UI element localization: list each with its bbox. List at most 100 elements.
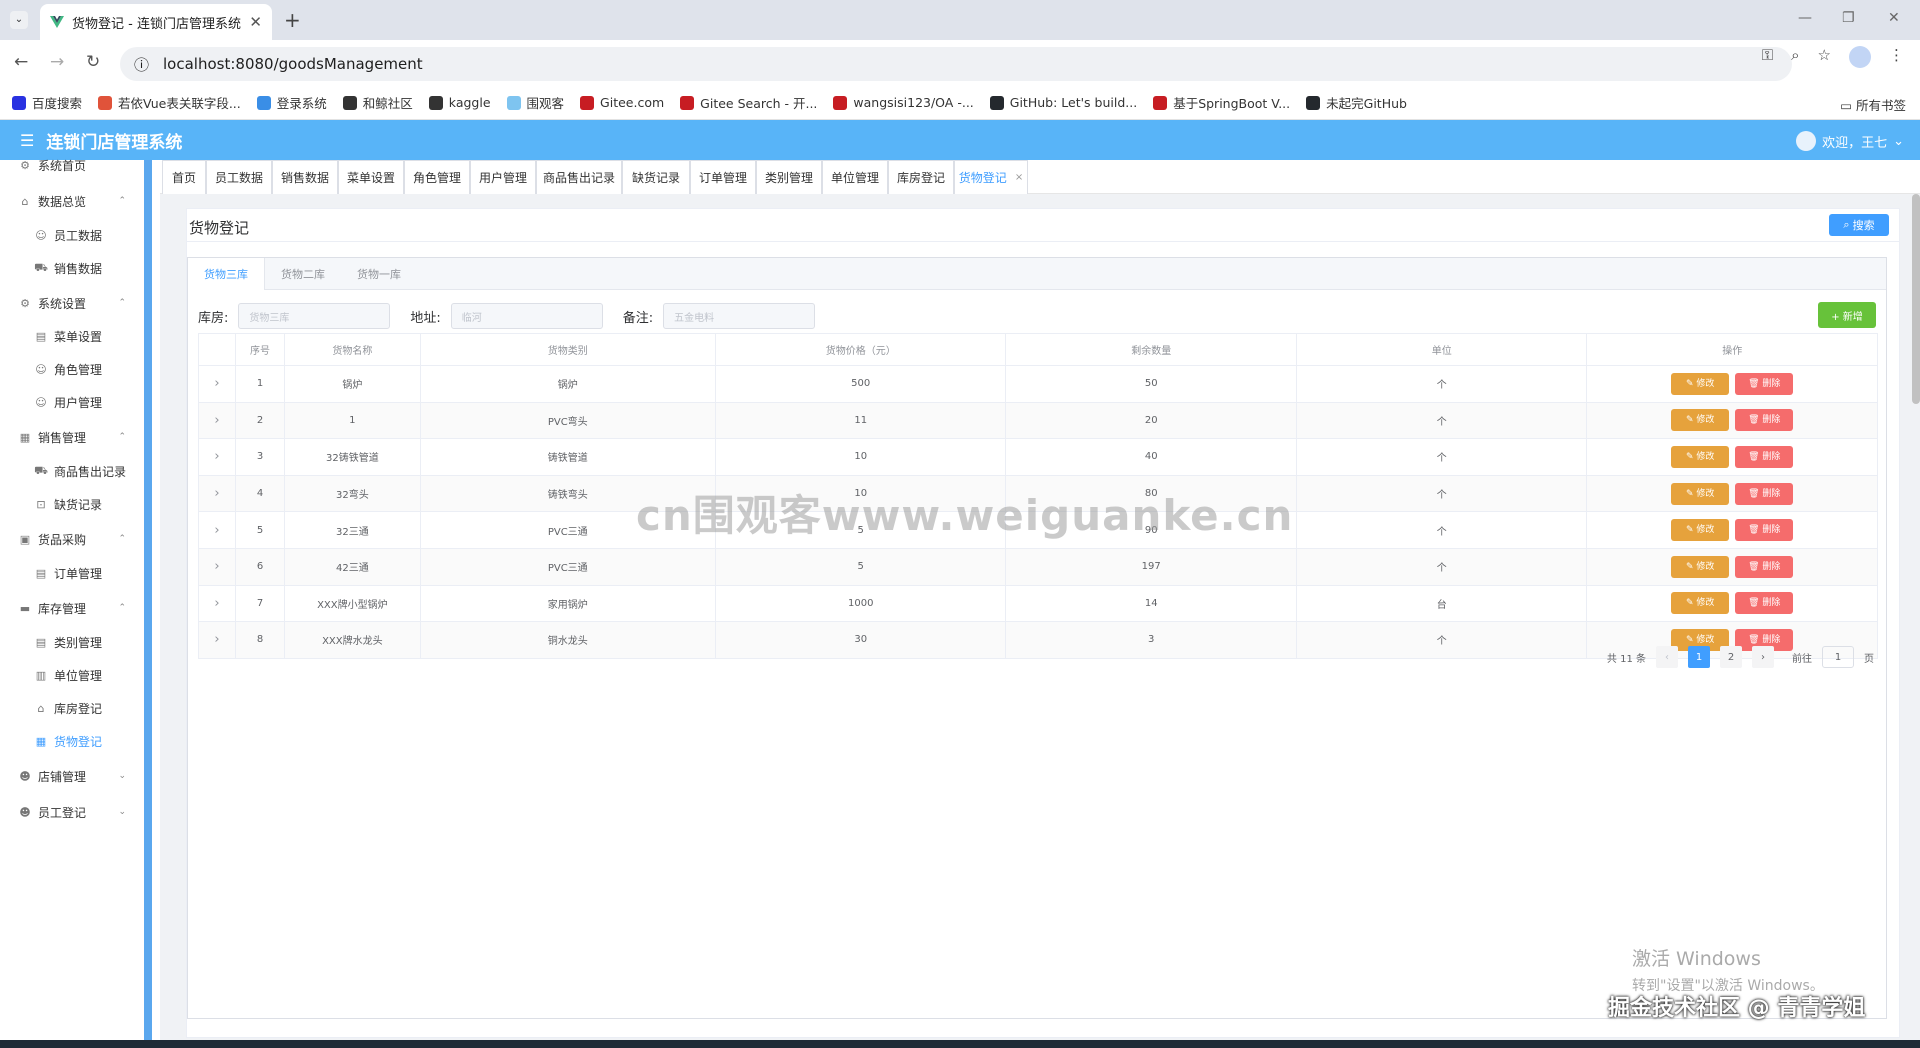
bookmark-item[interactable]: 登录系统 (256, 93, 327, 112)
user-menu[interactable]: 欢迎，王七 ⌄ (1796, 131, 1904, 151)
close-tab-icon[interactable]: ✕ (249, 13, 262, 31)
bookmark-item[interactable]: 基于SpringBoot V... (1153, 93, 1290, 112)
new-tab-button[interactable]: + (284, 8, 301, 32)
sidebar-item[interactable]: ⊡ 缺货记录 (0, 489, 144, 519)
next-page-button[interactable]: › (1752, 646, 1774, 668)
minimize-icon[interactable]: — (1798, 10, 1812, 26)
bookmark-item[interactable]: kaggle (428, 95, 491, 110)
warehouse-tab[interactable]: 货物二库 (265, 258, 341, 290)
tag-4[interactable]: 角色管理 (404, 160, 470, 194)
page-scrollbar[interactable] (1912, 194, 1920, 404)
profile-avatar[interactable] (1849, 46, 1871, 68)
sidebar-item[interactable]: ☻ 员工登记 ⌄ (0, 797, 144, 827)
tag-6[interactable]: 商品售出记录 (536, 160, 622, 194)
sidebar-item[interactable]: ▤ 订单管理 (0, 558, 144, 588)
bookmark-item[interactable]: Gitee Search - 开... (680, 93, 817, 112)
restore-icon[interactable]: ❐ (1842, 10, 1855, 26)
sidebar-item[interactable]: ▤ 类别管理 (0, 627, 144, 657)
bookmark-item[interactable]: 百度搜索 (12, 93, 82, 112)
password-key-icon[interactable]: ⚿ (1762, 46, 1773, 68)
expand-row-icon[interactable]: › (198, 621, 236, 659)
sidebar-item[interactable]: ▬ 库存管理 ⌃ (0, 593, 144, 623)
edit-button[interactable]: ✎ 修改 (1671, 592, 1730, 615)
delete-button[interactable]: 🗑 删除 (1735, 409, 1794, 432)
browser-tab[interactable]: 货物登记 - 连锁门店管理系统 ✕ (40, 4, 272, 40)
tag-9[interactable]: 类别管理 (756, 160, 822, 194)
bookmark-star-icon[interactable]: ☆ (1818, 46, 1831, 68)
delete-button[interactable]: 🗑 删除 (1735, 519, 1794, 542)
sidebar-item[interactable]: ⛟ 销售数据 (0, 253, 144, 283)
url-text[interactable]: localhost:8080/goodsManagement (163, 55, 423, 73)
tag-5[interactable]: 用户管理 (470, 160, 536, 194)
edit-button[interactable]: ✎ 修改 (1671, 409, 1730, 432)
edit-button[interactable]: ✎ 修改 (1671, 555, 1730, 578)
site-info-icon[interactable]: ⓘ (134, 54, 149, 75)
expand-row-icon[interactable]: › (198, 402, 236, 440)
delete-button[interactable]: 🗑 删除 (1735, 372, 1794, 395)
tag-7[interactable]: 缺货记录 (622, 160, 690, 194)
expand-row-icon[interactable]: › (198, 438, 236, 476)
prev-page-button[interactable]: ‹ (1656, 646, 1678, 668)
back-icon[interactable]: ← (14, 52, 28, 72)
sidebar-item[interactable]: ▥ 单位管理 (0, 660, 144, 690)
all-bookmarks[interactable]: ▭ 所有书签 (1840, 95, 1906, 114)
delete-button[interactable]: 🗑 删除 (1735, 592, 1794, 615)
sidebar-item[interactable]: ⚙ 系统首页 (0, 150, 144, 180)
zoom-icon[interactable]: ⌕ (1791, 46, 1799, 68)
tag-1[interactable]: 员工数据 (206, 160, 272, 194)
expand-row-icon[interactable]: › (198, 511, 236, 549)
tag-0[interactable]: 首页 (162, 160, 206, 194)
bookmark-item[interactable]: GitHub: Let's build... (989, 95, 1137, 110)
goto-page-input[interactable]: 1 (1822, 646, 1854, 668)
search-button[interactable]: ⌕ 搜索 (1829, 214, 1889, 236)
expand-row-icon[interactable]: › (198, 365, 236, 403)
sidebar-item[interactable]: ▤ 菜单设置 (0, 321, 144, 351)
edit-button[interactable]: ✎ 修改 (1671, 372, 1730, 395)
omnibox[interactable]: ⓘ localhost:8080/goodsManagement (120, 47, 1792, 81)
sidebar-item[interactable]: ⌂ 库房登记 (0, 693, 144, 723)
sidebar-item[interactable]: ☺ 员工数据 (0, 220, 144, 250)
hamburger-menu-icon[interactable]: ☰ (20, 131, 34, 150)
warehouse-field[interactable]: 货物三库 (238, 303, 391, 329)
expand-row-icon[interactable]: › (198, 585, 236, 623)
sidebar-item[interactable]: ☻ 店铺管理 ⌄ (0, 761, 144, 791)
tag-8[interactable]: 订单管理 (690, 160, 756, 194)
warehouse-tab[interactable]: 货物一库 (341, 258, 417, 290)
expand-row-icon[interactable]: › (198, 548, 236, 586)
menu-kebab-icon[interactable]: ⋮ (1889, 46, 1904, 68)
edit-button[interactable]: ✎ 修改 (1671, 482, 1730, 505)
sidebar-item[interactable]: ⛟ 商品售出记录 (0, 456, 144, 486)
sidebar-item[interactable]: ☺ 用户管理 (0, 387, 144, 417)
remark-field[interactable]: 五金电料 (663, 303, 816, 329)
sidebar-item[interactable]: ⚙ 系统设置 ⌃ (0, 288, 144, 318)
tag-12[interactable]: 货物登记 × (954, 160, 1028, 194)
bookmark-item[interactable]: 和鲸社区 (342, 93, 413, 112)
tag-10[interactable]: 单位管理 (822, 160, 888, 194)
delete-button[interactable]: 🗑 删除 (1735, 555, 1794, 578)
bookmark-item[interactable]: 若依Vue表关联字段... (98, 93, 241, 112)
bookmark-item[interactable]: Gitee.com (580, 95, 664, 110)
page-button[interactable]: 1 (1688, 646, 1710, 668)
close-tag-icon[interactable]: × (1015, 172, 1023, 183)
edit-button[interactable]: ✎ 修改 (1671, 519, 1730, 542)
tag-11[interactable]: 库房登记 (888, 160, 954, 194)
expand-row-icon[interactable]: › (198, 475, 236, 513)
sidebar-item[interactable]: ▦ 销售管理 ⌃ (0, 422, 144, 452)
add-button[interactable]: + 新增 (1818, 302, 1876, 328)
address-field[interactable]: 临河 (450, 303, 603, 329)
tag-3[interactable]: 菜单设置 (338, 160, 404, 194)
sidebar-item[interactable]: ⌂ 数据总览 ⌃ (0, 186, 144, 216)
bookmark-item[interactable]: wangsisi123/OA -... (833, 95, 974, 110)
bookmark-item[interactable]: 未起完GitHub (1306, 93, 1407, 112)
sidebar-item[interactable]: ▣ 货品采购 ⌃ (0, 524, 144, 554)
delete-button[interactable]: 🗑 删除 (1735, 482, 1794, 505)
sidebar-item[interactable]: ▦ 货物登记 (0, 726, 144, 756)
close-window-icon[interactable]: ✕ (1888, 10, 1900, 26)
page-button[interactable]: 2 (1720, 646, 1742, 668)
delete-button[interactable]: 🗑 删除 (1735, 445, 1794, 468)
tag-2[interactable]: 销售数据 (272, 160, 338, 194)
edit-button[interactable]: ✎ 修改 (1671, 445, 1730, 468)
sidebar-item[interactable]: ☺ 角色管理 (0, 354, 144, 384)
forward-icon[interactable]: → (50, 52, 64, 72)
bookmark-item[interactable]: 围观客 (506, 93, 564, 112)
